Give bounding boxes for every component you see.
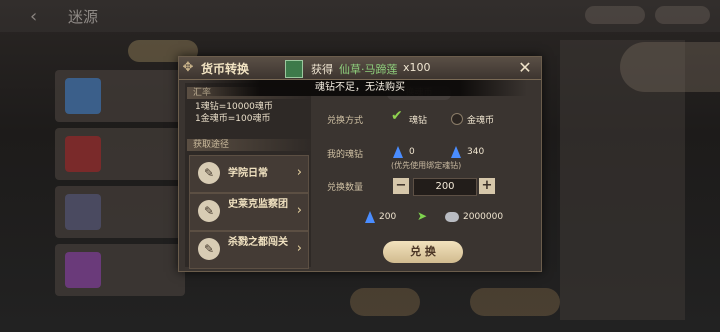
option-soul-diamond[interactable]: 魂钻 xyxy=(409,113,427,126)
toast-message: 魂钻不足，无法购买 xyxy=(193,80,527,96)
left-panel: 汇率 1魂钻=10000魂币 1金魂币=100魂币 获取途径 ✎ 学院日常 › … xyxy=(185,83,313,269)
close-icon[interactable]: ✕ xyxy=(515,58,535,78)
background-list-item xyxy=(55,244,185,296)
check-icon[interactable]: ✔ xyxy=(391,108,403,124)
soul-coin-icon xyxy=(445,212,459,222)
dialog-title: 货币转换 xyxy=(201,62,250,76)
decrease-button[interactable]: − xyxy=(393,178,409,194)
item-icon xyxy=(285,60,303,78)
scroll-icon: ✎ xyxy=(198,238,220,260)
background-list-item xyxy=(55,186,185,238)
result-value: 2000000 xyxy=(463,212,504,222)
exchange-method-label: 兑换方式 xyxy=(327,116,364,126)
my-diamond-value: 0 xyxy=(409,147,415,157)
radio-gold-coin[interactable] xyxy=(451,113,463,125)
reward-item-qty: x100 xyxy=(403,61,431,74)
path-item-label: 学院日常 xyxy=(228,168,268,179)
option-gold-coin[interactable]: 金魂币 xyxy=(467,113,494,126)
quantity-input[interactable]: 200 xyxy=(413,178,477,196)
reward-item-name: 仙草·马蹄莲 xyxy=(339,63,398,76)
soul-diamond-icon xyxy=(393,146,403,158)
path-item-daily[interactable]: ✎ 学院日常 › xyxy=(189,155,309,193)
my-diamond-label: 我的魂钻 xyxy=(327,150,364,160)
arrow-right-icon: ➤ xyxy=(417,209,428,223)
background-resource-bar xyxy=(655,6,710,24)
bound-diamond-value: 340 xyxy=(467,147,485,157)
bound-diamond-icon xyxy=(451,146,461,158)
soul-diamond-icon xyxy=(365,211,375,223)
bound-note: (优先使用绑定魂钻) xyxy=(391,161,462,170)
chevron-right-icon: › xyxy=(296,165,302,180)
back-icon[interactable]: ‹ xyxy=(30,6,37,27)
increase-button[interactable]: + xyxy=(479,178,495,194)
background-list-item xyxy=(55,70,185,122)
background-right-button xyxy=(620,42,720,92)
background-title: 迷源 xyxy=(68,8,99,26)
paths-section-label: 获取途径 xyxy=(187,139,313,151)
chevron-right-icon: › xyxy=(296,241,302,256)
path-item-shrek-patrol[interactable]: ✎ 史莱克监察团 › xyxy=(189,193,309,231)
cost-value: 200 xyxy=(379,212,397,222)
background-list-item xyxy=(55,128,185,180)
background-bottom-button xyxy=(350,288,420,316)
scroll-deco-icon: ✥ xyxy=(182,60,194,75)
dialog-header: ✥ 货币转换 获得 仙草·马蹄莲 x100 ✕ xyxy=(179,57,541,80)
right-panel: 换魂币 兑换方式 ✔ 魂钻 金魂币 我的魂钻 0 340 (优先使用绑定魂钻) … xyxy=(317,83,537,267)
background-resource-bar xyxy=(585,6,645,24)
rate-line: 1金魂币=100魂币 xyxy=(195,114,271,124)
chevron-right-icon: › xyxy=(296,203,302,218)
background-bottom-button xyxy=(470,288,560,316)
scroll-icon: ✎ xyxy=(198,200,220,222)
path-item-label: 杀戮之都闯关 xyxy=(228,237,288,248)
path-item-label: 史莱克监察团 xyxy=(228,199,288,210)
path-item-slaughter-city[interactable]: ✎ 杀戮之都闯关 › xyxy=(189,231,309,269)
quantity-label: 兑换数量 xyxy=(327,183,364,193)
scroll-icon: ✎ xyxy=(198,162,220,184)
exchange-button[interactable]: 兑 换 xyxy=(383,241,463,263)
reward-get-label: 获得 xyxy=(311,63,333,76)
